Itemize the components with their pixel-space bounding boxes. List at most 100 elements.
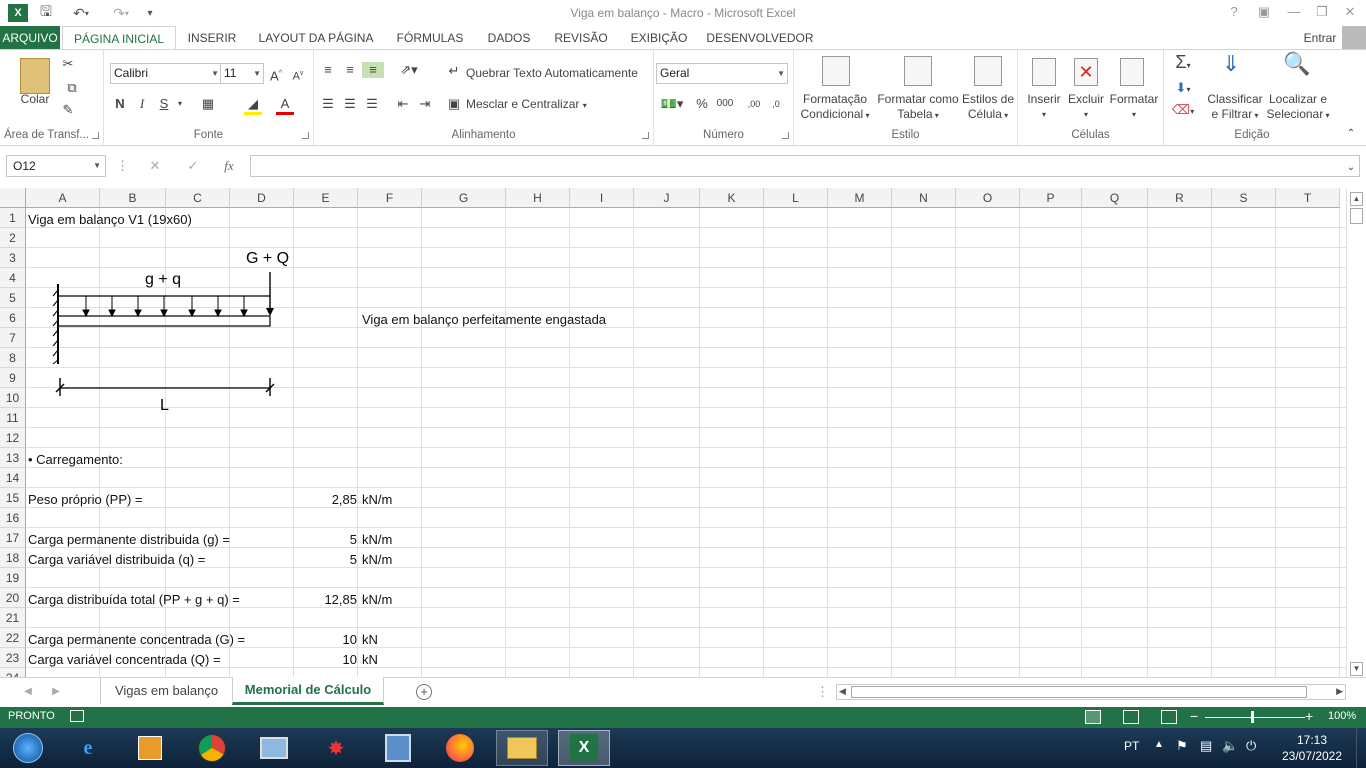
file-explorer-icon[interactable] bbox=[496, 730, 548, 766]
column-header-t[interactable]: T bbox=[1276, 188, 1340, 208]
cell-f6[interactable]: Viga em balanço perfeitamente engastada bbox=[362, 309, 606, 329]
prev-sheet-icon[interactable]: ◀ bbox=[22, 684, 34, 700]
align-middle-icon[interactable]: ≡ bbox=[342, 62, 358, 78]
tab-review[interactable]: REVISÃO bbox=[550, 26, 612, 50]
wrap-text-icon[interactable]: ↵ bbox=[446, 63, 462, 79]
fill-icon[interactable]: ⬇▾ bbox=[1170, 80, 1196, 98]
action-center-icon[interactable]: ⚑ bbox=[1176, 738, 1188, 754]
paste-button[interactable]: Colar bbox=[10, 92, 60, 107]
cell-a20[interactable]: Carga distribuída total (PP + g + q) = bbox=[28, 589, 240, 609]
delete-cells-button[interactable]: Excluir ▾ bbox=[1064, 92, 1108, 122]
cell-a15[interactable]: Peso próprio (PP) = bbox=[28, 489, 143, 509]
wrap-text-button[interactable]: Quebrar Texto Automaticamente bbox=[466, 66, 646, 81]
row-header-7[interactable]: 7 bbox=[0, 328, 26, 348]
network-icon[interactable]: ▤ bbox=[1200, 738, 1212, 754]
sort-filter-button[interactable]: Classificar e Filtrar ▾ bbox=[1202, 92, 1268, 123]
row-header-20[interactable]: 20 bbox=[0, 588, 26, 608]
copy-icon[interactable]: ⧉ bbox=[60, 80, 84, 96]
row-header-9[interactable]: 9 bbox=[0, 368, 26, 388]
show-hidden-icons-icon[interactable]: ▲ bbox=[1154, 739, 1164, 750]
column-header-s[interactable]: S bbox=[1212, 188, 1276, 208]
cell-e23[interactable]: 10 bbox=[296, 649, 357, 669]
find-select-icon[interactable]: 🔍 bbox=[1282, 53, 1312, 75]
formula-input[interactable] bbox=[250, 155, 1360, 177]
firefox-icon[interactable] bbox=[434, 730, 486, 766]
thousands-icon[interactable]: 000 bbox=[714, 96, 736, 112]
cut-icon[interactable]: ✂ bbox=[60, 56, 76, 72]
row-header-15[interactable]: 15 bbox=[0, 488, 26, 508]
ribbon-options-icon[interactable]: ▣ bbox=[1250, 2, 1278, 22]
underline-dropdown-icon[interactable]: ▾ bbox=[174, 96, 186, 112]
row-header-21[interactable]: 21 bbox=[0, 608, 26, 628]
cell-styles-icon[interactable] bbox=[974, 56, 1002, 86]
column-header-l[interactable]: L bbox=[764, 188, 828, 208]
cell-e15[interactable]: 2,85 bbox=[296, 489, 357, 509]
column-header-b[interactable]: B bbox=[100, 188, 166, 208]
avatar[interactable] bbox=[1342, 26, 1366, 50]
find-select-button[interactable]: Localizar e Selecionar ▾ bbox=[1264, 92, 1332, 123]
italic-button[interactable]: I bbox=[134, 96, 150, 112]
normal-view-icon[interactable] bbox=[1085, 710, 1101, 724]
vertical-scroll-thumb[interactable] bbox=[1350, 208, 1363, 224]
alignment-launcher-icon[interactable] bbox=[642, 132, 649, 139]
column-header-o[interactable]: O bbox=[956, 188, 1020, 208]
horizontal-scrollbar[interactable]: ◀ ▶ bbox=[836, 684, 1346, 700]
page-break-view-icon[interactable] bbox=[1161, 710, 1177, 724]
increase-indent-icon[interactable]: ⇥ bbox=[416, 96, 434, 112]
row-header-22[interactable]: 22 bbox=[0, 628, 26, 648]
power-icon[interactable]: ⏻ bbox=[1246, 738, 1256, 754]
align-center-icon[interactable]: ☰ bbox=[342, 96, 358, 112]
start-button[interactable] bbox=[2, 730, 54, 766]
merge-center-button[interactable]: Mesclar e Centralizar ▾ bbox=[466, 97, 606, 113]
next-sheet-icon[interactable]: ▶ bbox=[50, 684, 62, 700]
select-all-corner[interactable] bbox=[0, 188, 26, 208]
column-header-e[interactable]: E bbox=[294, 188, 358, 208]
row-header-13[interactable]: 13 bbox=[0, 448, 26, 468]
cell-a18[interactable]: Carga variável distribuida (q) = bbox=[28, 549, 205, 569]
cell-a23[interactable]: Carga variável concentrada (Q) = bbox=[28, 649, 221, 669]
cell-e20[interactable]: 12,85 bbox=[296, 589, 357, 609]
column-header-r[interactable]: R bbox=[1148, 188, 1212, 208]
clock-date[interactable]: 23/07/2022 bbox=[1276, 749, 1348, 763]
underline-button[interactable]: S bbox=[156, 96, 172, 112]
show-desktop-button[interactable] bbox=[1356, 728, 1366, 768]
scroll-down-icon[interactable]: ▼ bbox=[1350, 662, 1363, 676]
zoom-level[interactable]: 100% bbox=[1328, 710, 1356, 722]
row-header-12[interactable]: 12 bbox=[0, 428, 26, 448]
percent-icon[interactable]: % bbox=[694, 96, 710, 112]
collapse-ribbon-icon[interactable]: ⌃ bbox=[1344, 126, 1358, 142]
zoom-slider[interactable] bbox=[1205, 717, 1305, 718]
row-header-4[interactable]: 4 bbox=[0, 268, 26, 288]
clipboard-launcher-icon[interactable] bbox=[92, 132, 99, 139]
column-header-k[interactable]: K bbox=[700, 188, 764, 208]
paste-icon[interactable] bbox=[20, 58, 50, 94]
format-painter-icon[interactable]: ✎ bbox=[60, 102, 76, 118]
cell-a22[interactable]: Carga permanente concentrada (G) = bbox=[28, 629, 245, 649]
row-header-6[interactable]: 6 bbox=[0, 308, 26, 328]
row-header-5[interactable]: 5 bbox=[0, 288, 26, 308]
cell-f17[interactable]: kN/m bbox=[362, 529, 392, 549]
scroll-left-icon[interactable]: ◀ bbox=[839, 686, 846, 697]
sort-filter-icon[interactable]: ⇓ bbox=[1216, 53, 1246, 75]
insert-cells-icon[interactable] bbox=[1032, 58, 1056, 86]
cell-e17[interactable]: 5 bbox=[296, 529, 357, 549]
number-format-select[interactable]: Geral ▼ bbox=[656, 63, 788, 84]
tab-data[interactable]: DADOS bbox=[482, 26, 536, 50]
restore-button[interactable]: ❐ bbox=[1308, 2, 1336, 22]
confirm-entry-icon[interactable]: ✓ bbox=[184, 158, 202, 174]
decrease-indent-icon[interactable]: ⇤ bbox=[394, 96, 412, 112]
macro-record-icon[interactable] bbox=[70, 710, 84, 722]
scroll-up-icon[interactable]: ▲ bbox=[1350, 192, 1363, 206]
row-header-1[interactable]: 1 bbox=[0, 208, 26, 228]
worksheet-grid[interactable]: ABCDEFGHIJKLMNOPQRST 1 2 3 4 5 6 7 8 9 10 11 12 13 14… bbox=[0, 188, 1346, 677]
media-player-icon[interactable] bbox=[124, 730, 176, 766]
name-box[interactable]: O12 ▼ bbox=[6, 155, 106, 177]
tab-file[interactable]: ARQUIVO bbox=[0, 26, 60, 50]
column-header-j[interactable]: J bbox=[634, 188, 700, 208]
tab-formulas[interactable]: FÓRMULAS bbox=[392, 26, 468, 50]
insert-function-icon[interactable]: fx bbox=[220, 158, 238, 174]
column-header-d[interactable]: D bbox=[230, 188, 294, 208]
decrease-decimal-icon[interactable]: ,0 bbox=[766, 96, 786, 112]
cancel-entry-icon[interactable]: ✕ bbox=[146, 158, 164, 174]
cell-f18[interactable]: kN/m bbox=[362, 549, 392, 569]
